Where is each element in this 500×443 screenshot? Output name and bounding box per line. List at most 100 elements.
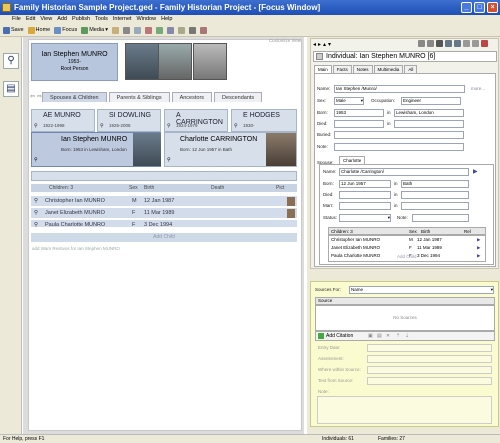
source-note-field[interactable]: [317, 396, 492, 424]
spouse-card[interactable]: Charlotte CARRINGTON Born: 12 Jun 1957 i…: [164, 132, 297, 167]
close-button[interactable]: ×: [487, 2, 498, 13]
menu-publish[interactable]: Publish: [72, 15, 90, 24]
table-row[interactable]: ⚲ Janet Elizabeth MUNRO F 11 Mar 1989: [31, 208, 297, 219]
died-place-field[interactable]: [394, 120, 464, 128]
add-child-link[interactable]: Add Child: [397, 254, 417, 259]
add-citation-button[interactable]: Add Citation: [326, 332, 353, 340]
record-icon[interactable]: [199, 26, 207, 34]
media-icon[interactable]: [472, 40, 479, 47]
menu-view[interactable]: View: [40, 15, 52, 24]
grandparent-box[interactable]: ⚲ A CARRINGTON 1924-1979: [164, 109, 228, 132]
go-arrow-icon[interactable]: ▶: [473, 168, 478, 175]
tab-notes[interactable]: Notes: [352, 65, 373, 73]
grandparent-box[interactable]: ⚲ AE MUNRO 1922-1998: [31, 109, 95, 132]
focus-person-box[interactable]: Ian Stephen MUNRO 1953- Root Person: [31, 43, 118, 81]
menu-internet[interactable]: Internet: [113, 15, 132, 24]
go-arrow-icon[interactable]: ▶: [477, 253, 480, 259]
minimize-button[interactable]: _: [461, 2, 472, 13]
nav-right-icon[interactable]: ▸: [318, 41, 321, 48]
focus-button[interactable]: Focus: [54, 26, 77, 34]
records-icon[interactable]: ▤: [3, 81, 19, 97]
menu-window[interactable]: Window: [137, 15, 157, 24]
occupation-field[interactable]: Engineer: [401, 97, 461, 105]
born-date-field[interactable]: 1953: [334, 109, 384, 117]
died-date-field[interactable]: [334, 120, 384, 128]
spouse-name-field[interactable]: Charlotte /Carrington/: [339, 168, 469, 176]
up-icon[interactable]: ▴: [323, 41, 326, 48]
go-arrow-icon[interactable]: ▶: [477, 245, 480, 251]
list-item[interactable]: Janet Elizabeth MUNRO F 11 Mar 1989 ▶: [329, 245, 485, 253]
focus-person-card[interactable]: Ian Stephen MUNRO Born: 1953 in Lewisham…: [31, 132, 161, 167]
source-icon[interactable]: [454, 40, 461, 47]
tools-icon[interactable]: [122, 26, 130, 34]
tab-multimedia[interactable]: Multimedia: [373, 65, 404, 73]
spouse-died-place-field[interactable]: [401, 191, 469, 199]
person-icon[interactable]: [436, 40, 443, 47]
list-item[interactable]: Christopher Ian MUNRO M 12 Jan 1987 ▶: [329, 237, 485, 245]
maximize-button[interactable]: □: [474, 2, 485, 13]
back-arrow-icon[interactable]: ⇦: [30, 93, 35, 100]
table-row[interactable]: ⚲ Christopher Ian MUNRO M 12 Jan 1987: [31, 196, 297, 207]
media-button[interactable]: Media ▾: [81, 26, 108, 34]
grandparent-box[interactable]: ⚲ SI DOWLING 1925-2008: [97, 109, 161, 132]
tab-ancestors[interactable]: Ancestors: [171, 92, 213, 102]
note-icon[interactable]: [463, 40, 470, 47]
report-icon[interactable]: [177, 26, 185, 34]
more-link[interactable]: more...: [471, 86, 485, 91]
tab-all[interactable]: All: [404, 65, 418, 73]
menu-file[interactable]: File: [12, 15, 21, 24]
move-up-icon[interactable]: ⇡: [396, 332, 400, 340]
book-icon[interactable]: [111, 26, 119, 34]
name-field[interactable]: Ian Stephen /Munro/: [334, 85, 465, 93]
text-from-source-field[interactable]: [367, 377, 492, 385]
back-icon[interactable]: [418, 40, 425, 47]
add-from-link[interactable]: add Wam Restivos for Ian Stephen MUNRO: [32, 246, 120, 251]
people-icon[interactable]: [133, 26, 141, 34]
focus-photo-2[interactable]: [158, 43, 192, 80]
move-down-icon[interactable]: ⇣: [405, 332, 409, 340]
note-field[interactable]: [334, 143, 464, 151]
search-icon[interactable]: ⚲: [3, 53, 19, 69]
spouse-died-field[interactable]: [339, 191, 391, 199]
status-select[interactable]: ▾: [339, 214, 391, 222]
tab-parents-siblings[interactable]: Parents & Siblings: [108, 92, 170, 102]
home-button[interactable]: Home: [27, 26, 50, 34]
tab-main[interactable]: Main: [314, 65, 332, 73]
delete-icon[interactable]: ✕: [386, 332, 390, 340]
close-icon[interactable]: [481, 40, 488, 47]
customize-view-link[interactable]: Customize View: [269, 38, 301, 43]
go-arrow-icon[interactable]: ▶: [477, 237, 480, 243]
tab-descendants[interactable]: Descendants: [214, 92, 263, 102]
assessment-select[interactable]: [367, 355, 492, 363]
sex-select[interactable]: Male ▾: [334, 97, 364, 105]
spouse-born-place-field[interactable]: Bath: [401, 180, 469, 188]
sources-for-select[interactable]: Name ▾: [349, 286, 494, 294]
spouse-born-date-field[interactable]: 12 Jun 1957: [339, 180, 391, 188]
down-icon[interactable]: ▾: [328, 41, 331, 48]
tab-spouse-charlotte[interactable]: Charlotte: [339, 156, 366, 164]
chart-icon[interactable]: [166, 26, 174, 34]
menu-help[interactable]: Help: [161, 15, 172, 24]
add-child-button[interactable]: Add Child: [31, 233, 297, 242]
grandparent-box[interactable]: ⚲ E HODGES 1930-: [231, 109, 297, 132]
where-within-source-field[interactable]: [367, 366, 492, 374]
entry-date-field[interactable]: [367, 344, 492, 352]
family-note-field[interactable]: [412, 214, 469, 222]
focus-photo-1[interactable]: [125, 43, 159, 80]
born-place-field[interactable]: Lewisham, London: [394, 109, 464, 117]
paste-icon[interactable]: ▤: [377, 332, 382, 340]
marriage-date-field[interactable]: [339, 202, 391, 210]
marriage-place-field[interactable]: [401, 202, 469, 210]
copy-icon[interactable]: ▣: [368, 332, 373, 340]
tab-spouses-children[interactable]: Spouses & Children: [42, 92, 107, 102]
menu-tools[interactable]: Tools: [95, 15, 108, 24]
tab-facts[interactable]: Facts: [332, 65, 352, 73]
binoculars-icon[interactable]: [188, 26, 196, 34]
find-icon[interactable]: [427, 40, 434, 47]
buried-field[interactable]: [334, 131, 464, 139]
focus-photo-3[interactable]: [193, 43, 227, 80]
menu-add[interactable]: Add: [57, 15, 67, 24]
family-icon[interactable]: [445, 40, 452, 47]
family-icon[interactable]: [144, 26, 152, 34]
nav-left-icon[interactable]: ◂: [313, 41, 316, 48]
